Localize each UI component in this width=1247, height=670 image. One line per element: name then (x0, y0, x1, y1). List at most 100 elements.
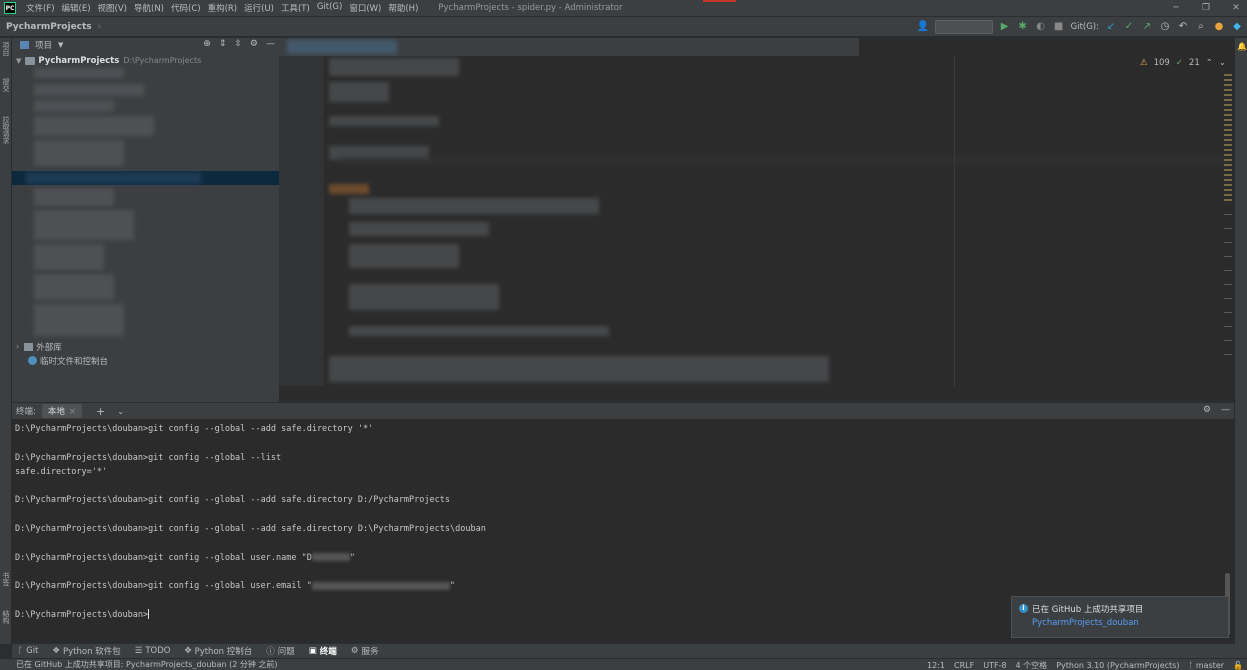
tool-tab-project[interactable]: 项目 (1, 42, 11, 56)
terminal-title: 终端: (16, 407, 36, 417)
user-icon[interactable]: 👤 (917, 21, 929, 33)
locate-icon[interactable]: ⊕ (203, 39, 211, 49)
scratches-label: 临时文件和控制台 (40, 356, 109, 367)
tree-item-obscured (26, 172, 201, 184)
tool-tab-commit[interactable]: 提交 (1, 78, 11, 92)
terminal-header: 终端: 本地 × + ⌄ ⚙ — (12, 403, 1234, 419)
run-config-selector[interactable] (934, 20, 993, 34)
chevron-right-icon[interactable]: › (16, 342, 19, 351)
notification-link[interactable]: PycharmProjects_douban (1032, 618, 1139, 628)
menu-tools[interactable]: 工具(T) (281, 2, 310, 14)
hide-icon[interactable]: — (1221, 405, 1230, 415)
menu-view[interactable]: 视图(V) (98, 2, 127, 14)
code-obscured (349, 326, 609, 336)
inspection-widget[interactable]: ⚠ 109 ✓ 21 ⌃ ⌄ (1140, 58, 1226, 68)
search-icon[interactable]: ⌕ (1195, 21, 1207, 33)
chevron-down-icon[interactable]: ▼ (58, 41, 63, 49)
debug-icon[interactable]: ✱ (1017, 21, 1029, 33)
menu-help[interactable]: 帮助(H) (388, 2, 418, 14)
external-libs-label: 外部库 (36, 342, 62, 353)
terminal-line: D:\PycharmProjects\douban>git config --g… (15, 552, 355, 563)
run-icon[interactable]: ▶ (999, 21, 1011, 33)
chevron-up-icon[interactable]: ⌃ (1206, 58, 1213, 68)
tree-root[interactable]: ▼ PycharmProjects D:\PycharmProjects (16, 54, 201, 67)
tool-tab-git[interactable]: ᚴ Git (18, 646, 38, 656)
window-title: PycharmProjects - spider.py - Administra… (438, 3, 623, 13)
tool-tab-python-packages[interactable]: ❖ Python 软件包 (52, 645, 120, 657)
menu-run[interactable]: 运行(U) (244, 2, 274, 14)
git-update-icon[interactable]: ↙ (1105, 21, 1117, 33)
todo-icon: ☰ (134, 646, 143, 656)
python-console-icon: ✥ (184, 646, 192, 656)
editor-tab-obscured[interactable] (287, 40, 397, 54)
close-icon[interactable]: × (69, 407, 76, 417)
tree-scratches[interactable]: 临时文件和控制台 (28, 354, 108, 367)
tool-tab-python-console[interactable]: ✥ Python 控制台 (184, 645, 252, 657)
coverage-icon[interactable]: ◐ (1035, 21, 1047, 33)
menu-file[interactable]: 文件(F) (26, 2, 55, 14)
title-bar: PC 文件(F) 编辑(E) 视图(V) 导航(N) 代码(C) 重构(R) 运… (0, 0, 1247, 16)
breadcrumb-project[interactable]: PycharmProjects (6, 22, 92, 32)
minimize-icon[interactable]: ─ (1171, 3, 1181, 13)
tool-tab-pull-requests[interactable]: 拉取请求 (1, 116, 11, 144)
caret-position[interactable]: 12:1 (927, 661, 945, 670)
project-view-label[interactable]: 项目 (35, 39, 52, 51)
tree-external-libs[interactable]: › 外部库 (16, 340, 62, 353)
tree-item-obscured (34, 140, 124, 166)
git-push-icon[interactable]: ↗ (1141, 21, 1153, 33)
tool-tab-services[interactable]: ⚙ 服务 (351, 645, 379, 657)
code-obscured (329, 58, 459, 76)
terminal-tab-local[interactable]: 本地 × (41, 404, 83, 418)
terminal-line: safe.directory='*' (15, 466, 108, 477)
chevron-down-icon[interactable]: ⌄ (1219, 58, 1226, 68)
tool-tab-problems[interactable]: ⓘ 问题 (266, 645, 295, 657)
editor-horizontal-scroll[interactable] (279, 386, 1234, 400)
pycharm-logo-icon: PC (4, 2, 16, 14)
add-terminal-icon[interactable]: + (96, 405, 105, 418)
chevron-down-icon[interactable]: ▼ (16, 57, 21, 65)
settings-gear-icon[interactable]: ⚙ (250, 39, 258, 49)
file-encoding[interactable]: UTF-8 (983, 661, 1006, 670)
rollback-icon[interactable]: ↶ (1177, 21, 1189, 33)
notifications-icon[interactable]: 🔔 (1237, 42, 1247, 51)
branch-icon: ᚴ (1188, 660, 1196, 670)
indent-setting[interactable]: 4 个空格 (1016, 660, 1048, 670)
menu-git[interactable]: Git(G) (317, 2, 343, 14)
git-commit-icon[interactable]: ✓ (1123, 21, 1135, 33)
status-message[interactable]: 已在 GitHub 上成功共享项目: PycharmProjects_douba… (16, 659, 278, 670)
plugin-icon[interactable]: ◆ (1231, 21, 1243, 33)
tool-tab-bookmarks[interactable]: 书签 (1, 572, 11, 586)
editor-error-stripe[interactable] (1224, 74, 1232, 374)
git-branch[interactable]: ᚴ master (1188, 661, 1224, 670)
close-icon[interactable]: ✕ (1231, 3, 1241, 13)
menu-navigate[interactable]: 导航(N) (134, 2, 164, 14)
menu-edit[interactable]: 编辑(E) (62, 2, 91, 14)
terminal-line: D:\PycharmProjects\douban>git config --g… (15, 452, 282, 463)
history-icon[interactable]: ◷ (1159, 21, 1171, 33)
update-icon[interactable]: ● (1213, 21, 1225, 33)
menu-refactor[interactable]: 重构(R) (208, 2, 238, 14)
menu-code[interactable]: 代码(C) (171, 2, 201, 14)
terminal-line: D:\PycharmProjects\douban>git config --g… (15, 424, 374, 434)
code-editor[interactable]: ⚠ 109 ✓ 21 ⌃ ⌄ (279, 38, 1234, 386)
lock-icon[interactable]: 🔓 (1233, 661, 1243, 670)
chevron-down-icon[interactable]: ⌄ (117, 407, 124, 416)
tool-tab-structure[interactable]: 结构 (1, 610, 11, 624)
tool-tab-todo[interactable]: ☰ TODO (135, 646, 171, 656)
menu-bar: 文件(F) 编辑(E) 视图(V) 导航(N) 代码(C) 重构(R) 运行(U… (26, 2, 418, 14)
expand-all-icon[interactable]: ⇕ (219, 39, 227, 49)
menu-window[interactable]: 窗口(W) (349, 2, 381, 14)
tool-tab-terminal[interactable]: ▣ 终端 (309, 645, 337, 657)
status-bar: 已在 GitHub 上成功共享项目: PycharmProjects_douba… (0, 658, 1247, 670)
restore-icon[interactable]: ❐ (1201, 3, 1211, 13)
stop-icon[interactable]: ■ (1053, 21, 1065, 33)
notification-balloon[interactable]: i 已在 GitHub 上成功共享项目 PycharmProjects_doub… (1011, 596, 1229, 638)
line-separator[interactable]: CRLF (954, 661, 974, 670)
hide-icon[interactable]: — (266, 39, 275, 49)
settings-gear-icon[interactable]: ⚙ (1203, 405, 1211, 415)
collapse-all-icon[interactable]: ⇳ (234, 39, 242, 49)
tree-root-path: D:\PycharmProjects (123, 56, 202, 65)
python-interpreter[interactable]: Python 3.10 (PycharmProjects) (1056, 661, 1179, 670)
